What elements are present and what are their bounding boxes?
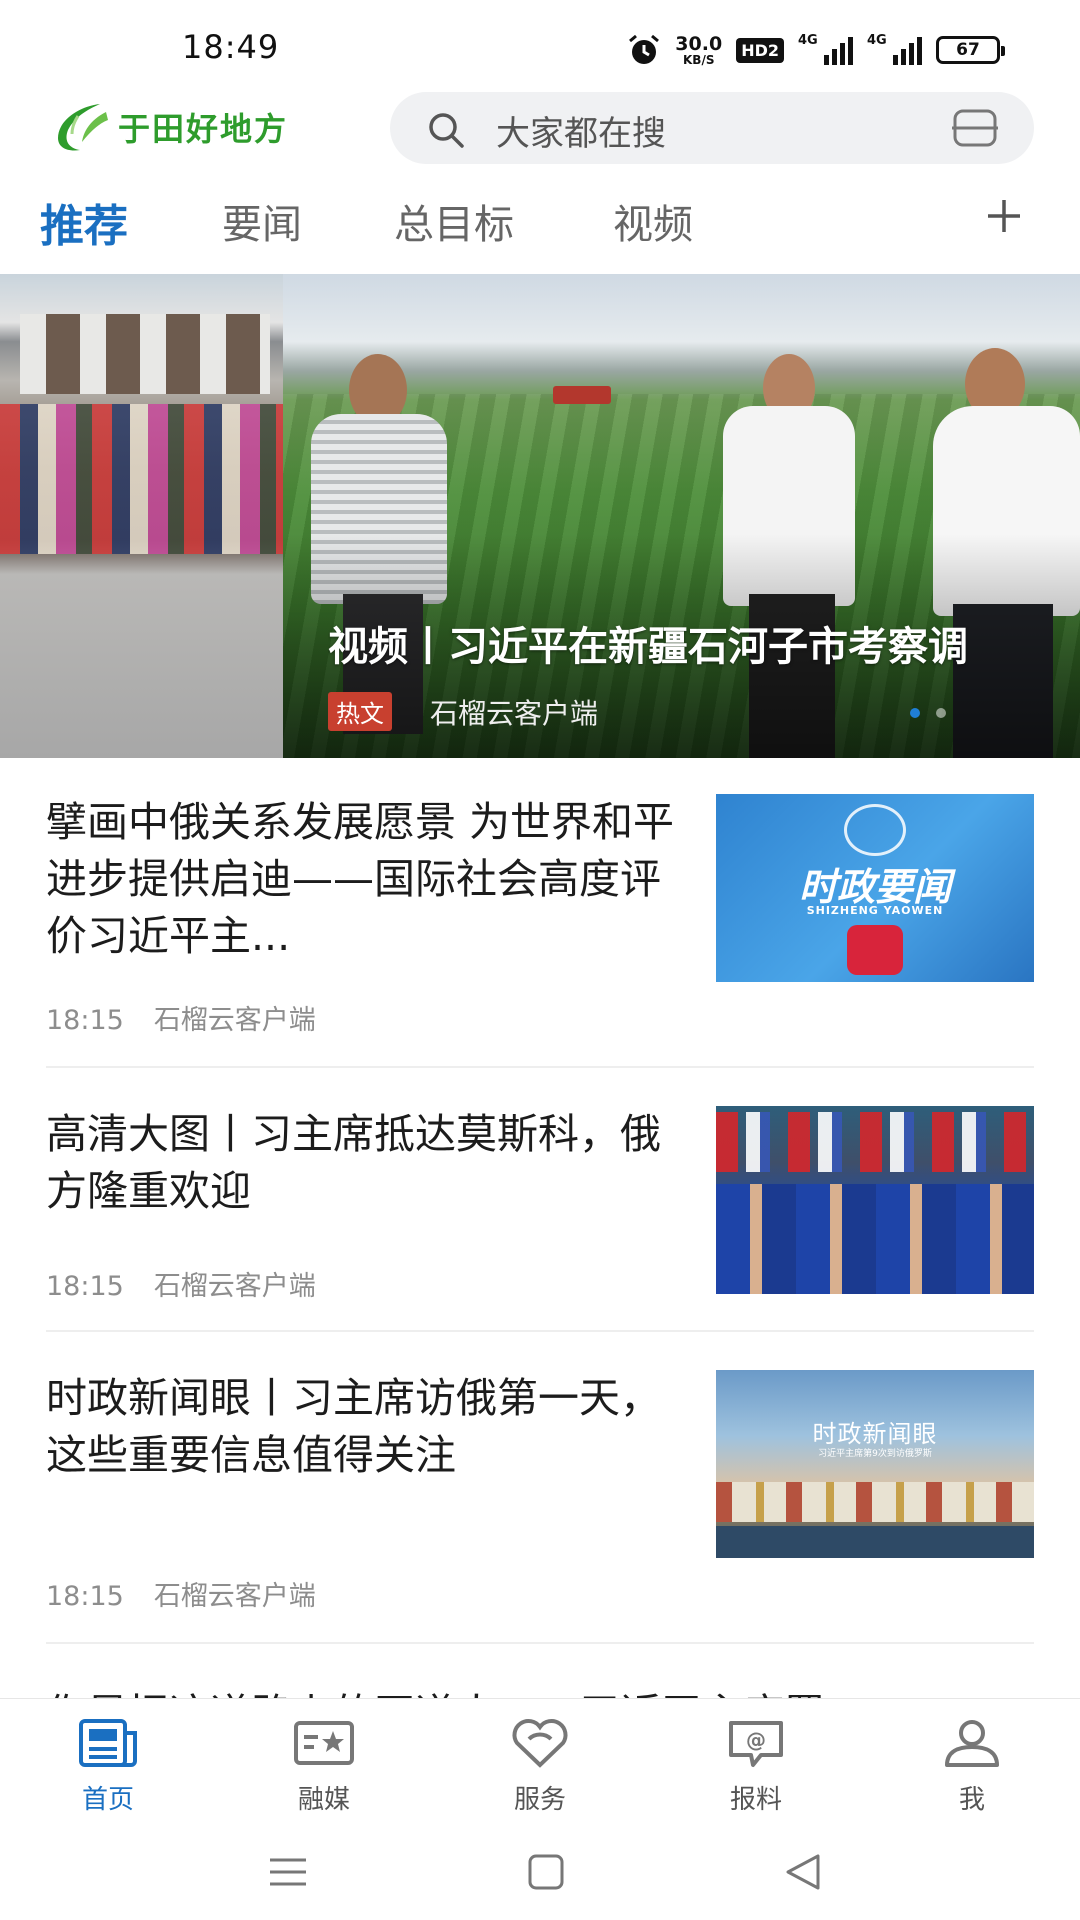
nav-label-media: 融媒	[297, 1785, 350, 1815]
hd-badge: HD2	[736, 37, 784, 63]
app-header: 于田好地方 大家都在搜	[0, 92, 1080, 168]
banner-carousel[interactable]: 视频丨习近平在新疆石河子市考察调 热文 石榴云客户端	[0, 274, 1080, 758]
tab-headlines[interactable]: 要闻	[222, 192, 302, 250]
status-indicators: 30.0 KB/S HD2 4G 4G 67	[627, 30, 1005, 70]
thumb-title: 时政新闻眼	[812, 1420, 938, 1448]
carousel-dots	[910, 708, 946, 718]
speed-unit: KB/S	[683, 52, 715, 67]
channel-tabs: 推荐 要闻 总目标 视频	[0, 192, 1080, 262]
search-placeholder: 大家都在搜	[496, 114, 666, 154]
globe-icon	[844, 804, 906, 856]
banner-prev-slide-image[interactable]	[0, 274, 283, 758]
nav-service[interactable]: 服务	[470, 1717, 610, 1816]
nav-label-report: 报料	[729, 1785, 782, 1815]
home-news-icon	[79, 1719, 137, 1767]
svg-text:@: @	[746, 1728, 766, 1752]
news-source: 石榴云客户端	[153, 1581, 316, 1612]
tab-recommend[interactable]: 推荐	[40, 190, 128, 254]
nav-home[interactable]: 首页	[38, 1717, 178, 1816]
news-meta: 18:15 石榴云客户端	[46, 998, 316, 1037]
thumb-subtitle: SHIZHENG YAOWEN	[806, 904, 944, 917]
add-channel-icon[interactable]	[984, 196, 1024, 236]
alarm-icon	[629, 34, 660, 64]
user-icon	[945, 1720, 999, 1767]
media-card-icon	[294, 1721, 354, 1765]
news-item-3[interactable]: 时政新闻眼丨习主席访俄第一天，这些重要信息值得关注 18:15 石榴云客户端 时政…	[46, 1370, 1034, 1613]
system-nav-bar	[0, 1828, 1080, 1920]
battery-level: 67	[956, 40, 980, 60]
signal-2-icon: 4G	[867, 33, 922, 65]
scan-icon[interactable]	[952, 108, 998, 148]
nav-report[interactable]: @ 报料	[686, 1717, 826, 1816]
news-meta: 18:15 石榴云客户端	[46, 1264, 316, 1303]
tab-video[interactable]: 视频	[613, 192, 693, 250]
news-meta: 18:15 石榴云客户端	[46, 1574, 316, 1613]
news-source: 石榴云客户端	[153, 1005, 316, 1036]
status-time: 18:49	[182, 28, 280, 66]
hot-tag: 热文	[328, 692, 392, 731]
news-title[interactable]: 擘画中俄关系发展愿景 为世界和平进步提供启迪——国际社会高度评价习近平主...	[46, 794, 676, 965]
news-time: 18:15	[46, 1271, 124, 1302]
search-icon	[429, 113, 464, 148]
carousel-dot-2[interactable]	[936, 708, 946, 718]
news-title[interactable]: 时政新闻眼丨习主席访俄第一天，这些重要信息值得关注	[46, 1370, 676, 1541]
news-title[interactable]: 高清大图丨习主席抵达莫斯科，俄方隆重欢迎	[46, 1106, 676, 1220]
menu-icon[interactable]	[266, 1850, 310, 1894]
news-time: 18:15	[46, 1581, 124, 1612]
battery-icon: 67	[936, 36, 1005, 64]
nav-me[interactable]: 我	[902, 1717, 1042, 1816]
status-bar: 18:49 30.0 KB/S HD2 4G 4G 67	[0, 0, 1080, 96]
tab-goals[interactable]: 总目标	[394, 192, 514, 250]
home-icon[interactable]	[524, 1850, 568, 1894]
network-type-2: 4G	[867, 33, 887, 48]
service-heart-icon	[512, 1719, 568, 1768]
news-time: 18:15	[46, 1005, 124, 1036]
carousel-dot-1[interactable]	[910, 708, 920, 718]
news-item-2[interactable]: 高清大图丨习主席抵达莫斯科，俄方隆重欢迎 18:15 石榴云客户端	[46, 1106, 1034, 1306]
divider	[46, 1642, 1034, 1644]
back-icon[interactable]	[782, 1850, 826, 1894]
logo-leaf-icon	[58, 104, 108, 151]
signal-1-icon: 4G	[798, 33, 853, 65]
thumb-subtitle: 习近平主席第9次到访俄罗斯	[818, 1449, 932, 1459]
nav-label-service: 服务	[513, 1785, 566, 1815]
nav-label-me: 我	[958, 1785, 985, 1815]
news-thumbnail[interactable]	[716, 1106, 1034, 1294]
bottom-nav: 首页 融媒 服务 @ 报料 我	[0, 1698, 1080, 1828]
divider	[46, 1330, 1034, 1332]
banner-title[interactable]: 视频丨习近平在新疆石河子市考察调	[328, 614, 1080, 672]
network-speed: 30.0 KB/S	[675, 32, 723, 67]
news-thumbnail[interactable]: 时政新闻眼 习近平主席第9次到访俄罗斯	[716, 1370, 1034, 1558]
speed-value: 30.0	[675, 32, 723, 55]
app-logo[interactable]: 于田好地方	[50, 98, 288, 156]
thumb-title: 时政要闻	[798, 865, 951, 909]
pomegranate-logo-icon	[847, 925, 903, 975]
report-chat-icon: @	[729, 1721, 783, 1767]
news-item-1[interactable]: 擘画中俄关系发展愿景 为世界和平进步提供启迪——国际社会高度评价习近平主... …	[46, 794, 1034, 1044]
nav-media[interactable]: 融媒	[254, 1717, 394, 1816]
app-name: 于田好地方	[118, 110, 289, 148]
divider	[46, 1066, 1034, 1068]
nav-label-home: 首页	[81, 1785, 134, 1815]
banner-source: 石榴云客户端	[430, 697, 599, 730]
network-type-1: 4G	[798, 33, 818, 48]
news-source: 石榴云客户端	[153, 1271, 316, 1302]
search-bar[interactable]: 大家都在搜	[390, 92, 1034, 164]
news-thumbnail[interactable]: 时政要闻 SHIZHENG YAOWEN	[716, 794, 1034, 982]
